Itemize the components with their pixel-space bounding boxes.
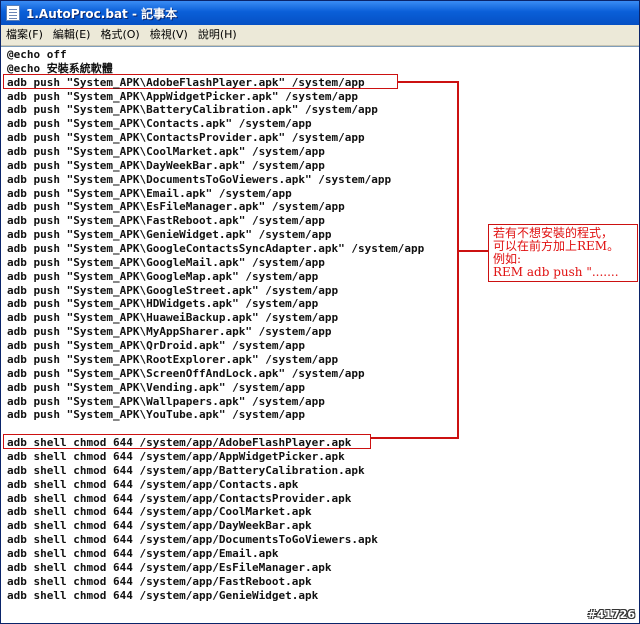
text-line: adb push "System_APK\Vending.apk" /syste… bbox=[7, 380, 306, 394]
annotation-line: REM adb push "....... bbox=[493, 265, 619, 279]
text-line: adb push "System_APK\AdobeFlashPlayer.ap… bbox=[7, 75, 365, 89]
menu-view[interactable]: 檢視(V) bbox=[145, 26, 193, 44]
text-line: adb push "System_APK\BatteryCalibration.… bbox=[7, 103, 378, 117]
text-line: adb shell chmod 644 /system/app/GenieWid… bbox=[7, 588, 319, 602]
text-line: adb push "System_APK\GoogleContactsSyncA… bbox=[7, 242, 425, 256]
text-line: adb push "System_APK\GoogleStreet.apk" /… bbox=[7, 283, 339, 297]
text-line: adb push "System_APK\HDWidgets.apk" /sys… bbox=[7, 297, 319, 311]
text-line: @echo 安裝系統軟體 bbox=[7, 61, 113, 75]
text-line: @echo off bbox=[7, 48, 67, 61]
text-line: adb shell chmod 644 /system/app/Document… bbox=[7, 533, 378, 547]
connector-vertical bbox=[457, 81, 459, 439]
text-line: adb push "System_APK\QrDroid.apk" /syste… bbox=[7, 339, 306, 353]
text-line: adb shell chmod 644 /system/app/AdobeFla… bbox=[7, 436, 352, 450]
menu-edit[interactable]: 編輯(E) bbox=[48, 26, 96, 44]
title-bar[interactable]: 1.AutoProc.bat - 記事本 bbox=[1, 1, 639, 25]
text-line: adb push "System_APK\EsFileManager.apk" … bbox=[7, 200, 345, 214]
text-line: adb shell chmod 644 /system/app/Email.ap… bbox=[7, 546, 279, 560]
text-line: adb push "System_APK\DayWeekBar.apk" /sy… bbox=[7, 158, 325, 172]
text-line: adb push "System_APK\DocumentsToGoViewer… bbox=[7, 172, 392, 186]
text-line: adb shell chmod 644 /system/app/CoolMark… bbox=[7, 505, 312, 519]
text-line: adb push "System_APK\GoogleMail.apk" /sy… bbox=[7, 255, 325, 269]
text-line: adb push "System_APK\RootExplorer.apk" /… bbox=[7, 352, 339, 366]
connector-bottom bbox=[371, 437, 459, 439]
text-editor-area[interactable]: @echo off @echo 安裝系統軟體 adb push "System_AP… bbox=[1, 46, 639, 623]
menu-bar: 檔案(F) 編輯(E) 格式(O) 檢視(V) 說明(H) bbox=[1, 25, 639, 46]
watermark: #41726 bbox=[587, 608, 636, 621]
notepad-window: 1.AutoProc.bat - 記事本 檔案(F) 編輯(E) 格式(O) 檢… bbox=[0, 0, 640, 624]
text-line: adb shell chmod 644 /system/app/Contacts… bbox=[7, 477, 299, 491]
text-line: adb shell chmod 644 /system/app/BatteryC… bbox=[7, 463, 365, 477]
notepad-icon bbox=[6, 5, 20, 21]
text-line: adb push "System_APK\Contacts.apk" /syst… bbox=[7, 117, 312, 131]
text-line: adb shell chmod 644 /system/app/Contacts… bbox=[7, 491, 352, 505]
text-line: adb shell chmod 644 /system/app/FastRebo… bbox=[7, 574, 312, 588]
text-line: adb push "System_APK\MyAppSharer.apk" /s… bbox=[7, 325, 332, 339]
text-line: adb push "System_APK\HuaweiBackup.apk" /… bbox=[7, 311, 339, 325]
connector-to-note bbox=[457, 250, 488, 252]
text-line: adb shell chmod 644 /system/app/DayWeekB… bbox=[7, 519, 312, 533]
menu-file[interactable]: 檔案(F) bbox=[1, 26, 48, 44]
text-line: adb push "System_APK\YouTube.apk" /syste… bbox=[7, 408, 306, 422]
text-line: adb push "System_APK\Email.apk" /system/… bbox=[7, 186, 292, 200]
text-line: adb push "System_APK\GoogleMap.apk" /sys… bbox=[7, 269, 319, 283]
text-line: adb shell chmod 644 /system/app/AppWidge… bbox=[7, 449, 345, 463]
text-line: adb push "System_APK\ContactsProvider.ap… bbox=[7, 131, 365, 145]
connector-top bbox=[398, 81, 459, 83]
text-line: adb shell chmod 644 /system/app/EsFileMa… bbox=[7, 560, 332, 574]
text-line: adb push "System_APK\AppWidgetPicker.apk… bbox=[7, 89, 358, 103]
text-line: adb push "System_APK\ScreenOffAndLock.ap… bbox=[7, 366, 365, 380]
text-line: adb push "System_APK\GenieWidget.apk" /s… bbox=[7, 228, 332, 242]
menu-help[interactable]: 說明(H) bbox=[193, 26, 242, 44]
menu-format[interactable]: 格式(O) bbox=[95, 26, 144, 44]
text-line: adb push "System_APK\CoolMarket.apk" /sy… bbox=[7, 145, 325, 159]
text-line: adb push "System_APK\FastReboot.apk" /sy… bbox=[7, 214, 325, 228]
annotation-note: 若有不想安裝的程式， 可以在前方加上REM。 例如: REM adb push … bbox=[488, 224, 638, 282]
window-title: 1.AutoProc.bat - 記事本 bbox=[26, 6, 178, 21]
text-line: adb push "System_APK\Wallpapers.apk" /sy… bbox=[7, 394, 325, 408]
